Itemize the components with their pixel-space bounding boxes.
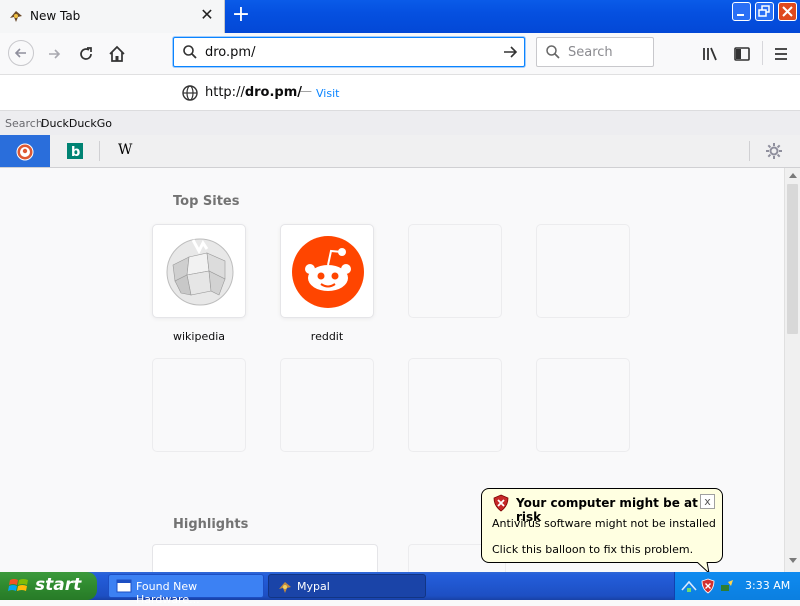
- search-with-label: Search: [5, 117, 43, 130]
- security-alert-icon[interactable]: [701, 578, 715, 594]
- forward-button[interactable]: [42, 42, 66, 66]
- start-button[interactable]: start: [0, 572, 97, 600]
- library-button[interactable]: [698, 42, 722, 66]
- suggestion-url-bold: dro.pm/: [244, 85, 303, 100]
- menu-button[interactable]: [769, 42, 793, 66]
- balloon-message: Antivirus software might not be installe…: [492, 517, 716, 530]
- minimize-icon: [737, 14, 744, 16]
- globe-icon: [182, 85, 198, 101]
- home-icon: [109, 45, 125, 62]
- system-tray: 3:33 AM: [674, 572, 800, 600]
- library-icon: [703, 47, 717, 61]
- top-site-reddit[interactable]: [280, 224, 374, 318]
- top-site-empty[interactable]: [408, 224, 502, 318]
- top-site-empty[interactable]: [280, 358, 374, 452]
- suggestion-action: Visit: [316, 87, 340, 100]
- top-site-empty[interactable]: [536, 358, 630, 452]
- title-bar: New Tab ✕ +: [0, 0, 800, 33]
- url-suggestions-dropdown: http://dro.pm/ — Visit Search DuckDuckGo: [0, 75, 800, 135]
- balloon-instruction: Click this balloon to fix this problem.: [492, 543, 694, 556]
- tab-title: New Tab: [30, 9, 81, 23]
- navigation-toolbar: dro.pm/ Search: [0, 33, 800, 75]
- new-tab-button[interactable]: +: [230, 4, 252, 27]
- highlights-heading: Highlights: [173, 517, 249, 532]
- home-button[interactable]: [105, 42, 129, 66]
- balloon-close-button[interactable]: x: [700, 494, 715, 509]
- search-box[interactable]: Search: [536, 37, 654, 67]
- suggestion-url: http://dro.pm/: [205, 85, 302, 100]
- network-icon[interactable]: [681, 578, 697, 594]
- wikipedia-globe-icon: [166, 238, 234, 306]
- hamburger-menu-icon: [775, 48, 787, 60]
- wikipedia-icon: W: [118, 142, 133, 158]
- go-arrow-icon[interactable]: [502, 44, 518, 60]
- tab-new-tab[interactable]: New Tab ✕: [0, 0, 225, 33]
- restore-icon: [758, 5, 770, 17]
- tile-label-reddit: reddit: [310, 330, 344, 343]
- taskbar-item-found-new-hardware[interactable]: Found New Hardware...: [108, 574, 264, 606]
- reddit-icon: [292, 236, 364, 308]
- taskbar-item-label: Mypal: [297, 580, 330, 593]
- reload-icon: [80, 47, 92, 60]
- url-input-value[interactable]: dro.pm/: [205, 45, 255, 60]
- suggestion-url-prefix: http://: [205, 85, 245, 100]
- restore-button[interactable]: [755, 2, 774, 21]
- search-icon: [183, 45, 197, 59]
- clock[interactable]: 3:33 AM: [745, 579, 790, 592]
- duckduckgo-icon: [16, 143, 34, 161]
- windows-logo-icon: [8, 579, 28, 591]
- engine-duckduckgo[interactable]: [0, 135, 50, 167]
- top-site-empty[interactable]: [152, 358, 246, 452]
- engine-wikipedia[interactable]: W: [100, 135, 150, 167]
- back-arrow-icon: [14, 48, 26, 58]
- window-icon: [116, 579, 132, 593]
- tile-label-wikipedia: wikipedia: [172, 330, 225, 343]
- taskbar: start Found New Hardware... Mypal 3:33 A…: [0, 572, 800, 606]
- search-with-bar: Search DuckDuckGo: [0, 110, 800, 135]
- top-site-wikipedia[interactable]: [152, 224, 246, 318]
- forward-arrow-icon: [49, 49, 61, 59]
- taskbar-item-label: Found New Hardware...: [136, 580, 200, 606]
- search-settings-icon[interactable]: [765, 142, 783, 160]
- top-site-empty[interactable]: [536, 224, 630, 318]
- security-shield-icon: [493, 494, 509, 512]
- tab-close-icon[interactable]: ✕: [200, 7, 214, 23]
- top-site-empty[interactable]: [408, 358, 502, 452]
- search-engine-bar: b W: [0, 135, 800, 168]
- close-window-button[interactable]: [778, 2, 797, 21]
- search-icon: [546, 45, 560, 59]
- engine-bing[interactable]: b: [50, 135, 100, 167]
- scrollbar-thumb[interactable]: [787, 184, 798, 334]
- close-icon: [782, 6, 793, 17]
- mypal-browser-icon: [279, 582, 291, 593]
- safely-remove-hardware-icon[interactable]: [719, 578, 735, 594]
- search-with-engine: DuckDuckGo: [41, 117, 112, 130]
- url-bar[interactable]: dro.pm/: [173, 37, 525, 67]
- scroll-down-icon[interactable]: [788, 557, 798, 565]
- reload-button[interactable]: [74, 42, 98, 66]
- start-label: start: [35, 575, 82, 595]
- sidebar-button[interactable]: [730, 42, 754, 66]
- content-scrollbar[interactable]: [784, 168, 800, 572]
- toolbar-divider: [762, 41, 763, 65]
- highlight-card[interactable]: [152, 544, 378, 572]
- scroll-up-icon[interactable]: [788, 171, 798, 179]
- sidebar-icon: [734, 47, 750, 61]
- back-button[interactable]: [8, 40, 34, 66]
- suggestion-separator: —: [300, 84, 312, 98]
- search-placeholder: Search: [568, 45, 613, 60]
- engine-divider: [749, 141, 750, 161]
- bing-icon: b: [67, 143, 83, 160]
- minimize-button[interactable]: [732, 2, 751, 21]
- taskbar-item-mypal[interactable]: Mypal: [268, 574, 426, 598]
- suggestion-row[interactable]: http://dro.pm/ — Visit: [0, 80, 800, 108]
- bing-icon-letter: b: [71, 145, 80, 160]
- top-sites-heading: Top Sites: [173, 194, 240, 209]
- security-balloon[interactable]: Your computer might be at risk Antivirus…: [481, 488, 723, 574]
- mypal-browser-icon: [10, 11, 22, 22]
